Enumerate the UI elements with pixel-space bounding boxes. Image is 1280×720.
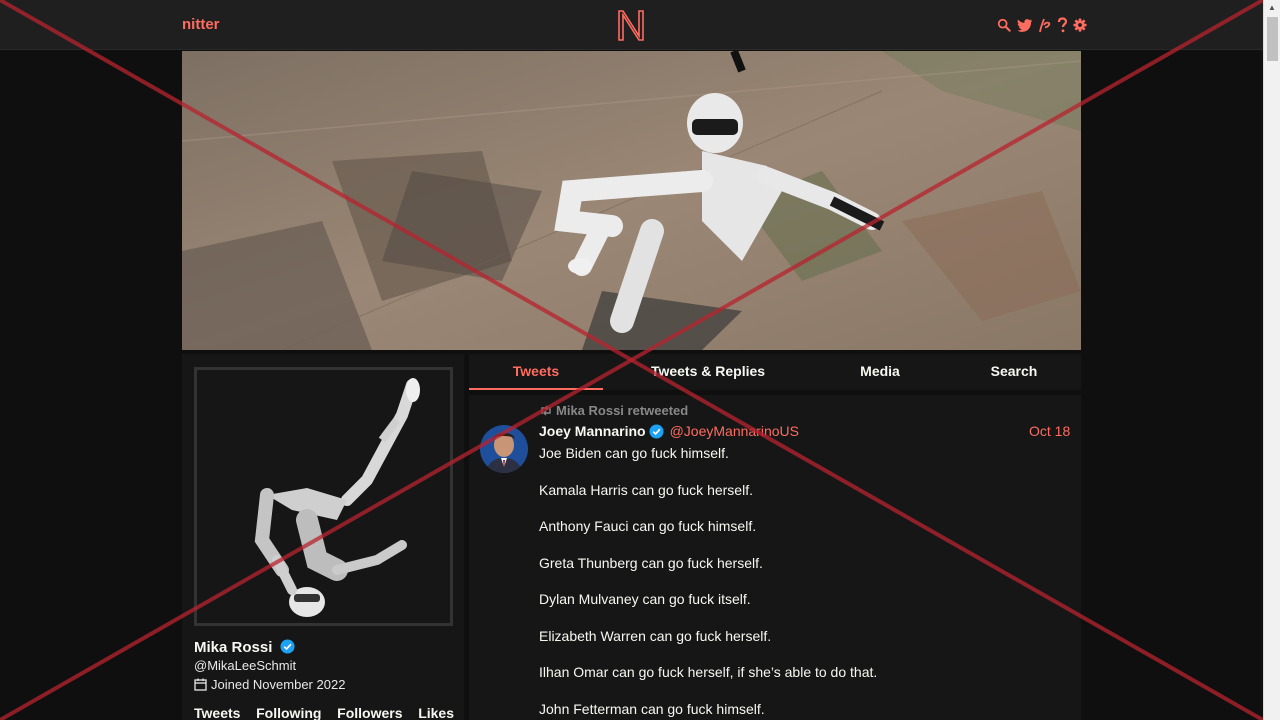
profile-fullname[interactable]: Mika Rossi (194, 639, 295, 656)
profile-joindate: Joined November 2022 (194, 677, 345, 692)
tweet-line: John Fetterman can go fuck himself. (539, 700, 765, 717)
tweet-content: Joe Biden can go fuck himself. Kamala Ha… (539, 445, 1069, 720)
tweet-line: Anthony Fauci can go fuck himself. (539, 518, 757, 534)
tweet-author-handle[interactable]: @JoeyMannarinoUS (670, 423, 799, 439)
tab-search[interactable]: Search (947, 354, 1081, 390)
stat-likes[interactable]: Likes (418, 705, 454, 720)
tweet-line: Dylan Mulvaney can go fuck itself. (539, 591, 751, 607)
tweet-line: Ilhan Omar can go fuck herself, if she’s… (539, 664, 878, 680)
retweet-header[interactable]: Mika Rossi retweeted (539, 403, 688, 418)
tweet-line: Joe Biden can go fuck himself. (539, 445, 729, 461)
tweet-line: Greta Thunberg can go fuck herself. (539, 554, 763, 571)
retweet-icon (541, 405, 551, 416)
tweet-author-name[interactable]: Joey Mannarino (539, 423, 646, 439)
verified-icon (280, 639, 295, 654)
scrollbar-thumb[interactable] (1267, 17, 1278, 61)
tweet-header: Joey Mannarino @JoeyMannarinoUS (539, 423, 799, 439)
tweet-author-avatar[interactable] (480, 425, 528, 473)
verified-icon (649, 423, 664, 439)
timeline-tabs: Tweets Tweets & Replies Media Search (469, 354, 1081, 390)
brand-link[interactable]: nitter (182, 16, 220, 33)
tweet-line: Elizabeth Warren can go fuck herself. (539, 627, 772, 644)
tweet-date[interactable]: Oct 18 (1029, 423, 1070, 439)
stat-tweets[interactable]: Tweets (194, 705, 240, 720)
avatar-image (197, 370, 450, 623)
gear-icon[interactable] (1073, 17, 1087, 33)
stat-followers[interactable]: Followers (337, 705, 402, 720)
navbar: nitter (0, 0, 1263, 50)
profile-stats: Tweets Following Followers Likes (194, 705, 454, 720)
search-icon[interactable] (997, 17, 1011, 33)
tweet-line: Kamala Harris can go fuck herself. (539, 481, 753, 498)
banner-image (182, 51, 1081, 350)
calendar-icon (194, 678, 207, 691)
tweet-avatar-image (480, 425, 528, 473)
rss-icon[interactable] (1038, 17, 1052, 33)
nitter-logo[interactable] (616, 8, 646, 42)
help-icon[interactable] (1057, 17, 1068, 33)
nav-icons (997, 15, 1087, 35)
profile-banner[interactable] (182, 51, 1081, 350)
page-scrollbar[interactable]: ▲ (1263, 0, 1280, 720)
joined-text: Joined November 2022 (211, 677, 346, 692)
tab-tweets[interactable]: Tweets (469, 354, 603, 390)
retweet-label: Mika Rossi retweeted (556, 403, 689, 418)
stat-following[interactable]: Following (256, 705, 321, 720)
tab-media[interactable]: Media (813, 354, 947, 390)
scroll-up-arrow-icon[interactable]: ▲ (1264, 0, 1280, 16)
profile-fullname-text: Mika Rossi (194, 639, 273, 656)
bird-icon[interactable] (1016, 17, 1033, 33)
profile-username[interactable]: @MikaLeeSchmit (194, 658, 296, 673)
profile-avatar[interactable] (194, 367, 453, 626)
tab-tweets-replies[interactable]: Tweets & Replies (641, 354, 775, 390)
